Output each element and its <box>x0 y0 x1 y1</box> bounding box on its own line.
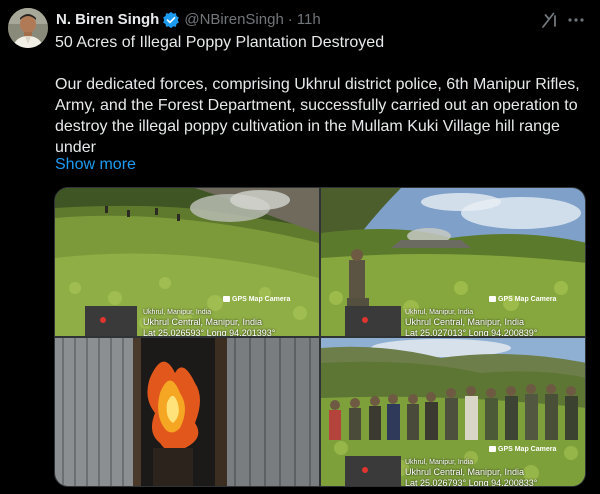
separator-dot: · <box>287 11 293 28</box>
photo-place-small: Ukhrul, Manipur, India <box>405 459 474 466</box>
author-name[interactable]: N. Biren Singh <box>56 10 159 30</box>
photo-coords: Lat 25.026793° Long 94.200833° <box>405 478 538 487</box>
tweet[interactable]: N. Biren Singh @NBirenSingh · 11h 50 Acr… <box>0 0 600 494</box>
gps-label: GPS Map Camera <box>489 296 556 303</box>
photo-coords: Lat 25.027013° Long 94.200839° <box>405 328 538 336</box>
gps-label: GPS Map Camera <box>489 446 556 453</box>
tweet-body: Our dedicated forces, comprising Ukhrul … <box>55 76 580 156</box>
media-photo-3[interactable] <box>55 338 319 486</box>
photo-coords: Lat 25.026593° Long 94.201393° <box>143 328 276 336</box>
avatar[interactable] <box>8 8 48 48</box>
photo-place-small: Ukhrul, Manipur, India <box>143 309 212 316</box>
show-more-link[interactable]: Show more <box>55 155 136 175</box>
tweet-header: N. Biren Singh @NBirenSingh · 11h <box>56 10 321 30</box>
photo-place-small: Ukhrul, Manipur, India <box>405 309 474 316</box>
media-photo-1[interactable]: GPS Map Camera Ukhrul, Manipur, India Uk… <box>55 188 319 336</box>
timestamp[interactable]: 11h <box>297 10 321 30</box>
photo-place-big: Ukhrul Central, Manipur, India <box>405 317 525 327</box>
grok-icon[interactable] <box>539 10 559 30</box>
photo-place-big: Ukhrul Central, Manipur, India <box>143 317 263 327</box>
gps-label: GPS Map Camera <box>223 296 290 303</box>
photo-place-big: Ukhrul Central, Manipur, India <box>405 467 525 477</box>
author-handle[interactable]: @NBirenSingh <box>184 10 283 30</box>
media-photo-2[interactable]: GPS Map Camera Ukhrul, Manipur, India Uk… <box>321 188 585 336</box>
tweet-headline: 50 Acres of Illegal Poppy Plantation Des… <box>55 34 385 51</box>
more-options-icon[interactable] <box>566 10 586 30</box>
media-grid: GPS Map Camera Ukhrul, Manipur, India Uk… <box>54 187 586 487</box>
tweet-text: 50 Acres of Illegal Poppy Plantation Des… <box>55 32 585 158</box>
media-photo-4[interactable]: GPS Map Camera Ukhrul, Manipur, India Uk… <box>321 338 585 487</box>
verified-badge-icon[interactable] <box>162 11 180 29</box>
